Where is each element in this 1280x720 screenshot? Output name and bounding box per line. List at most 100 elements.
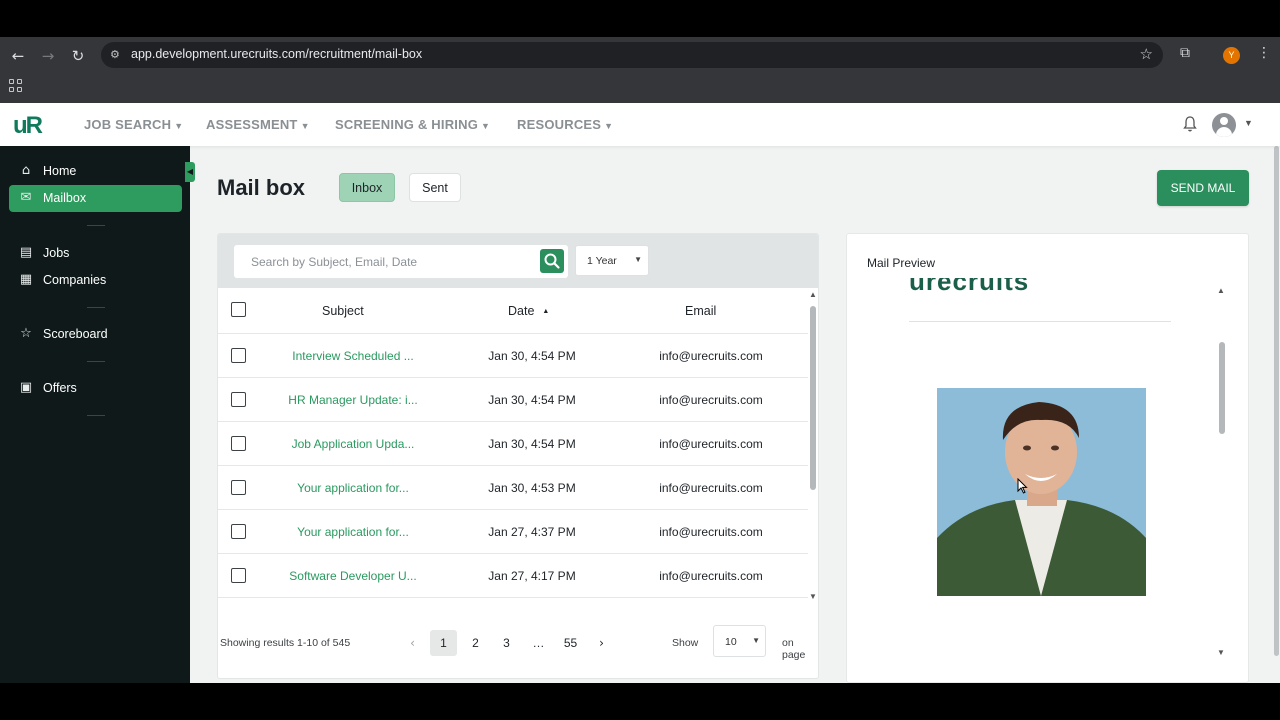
nav-screening-hiring[interactable]: SCREENING & HIRING ▼ xyxy=(335,117,490,132)
app-logo[interactable]: uR xyxy=(13,112,43,140)
table-row[interactable]: HR Manager Update: i... Jan 30, 4:54 PM in… xyxy=(218,378,808,422)
reload-icon[interactable]: ↻ xyxy=(67,45,89,67)
show-label: Show xyxy=(672,637,699,649)
browser-toolbar: ← → ↻ ⚙ app.development.urecruits.com/re… xyxy=(0,37,1280,103)
mail-sender: info@urecruits.com xyxy=(659,393,763,407)
page-3[interactable]: 3 xyxy=(493,630,520,656)
table-row[interactable]: Software Developer U... Jan 27, 4:17 PM in… xyxy=(218,554,808,598)
scroll-up-icon[interactable]: ▲ xyxy=(1217,286,1225,295)
user-avatar[interactable] xyxy=(1212,113,1236,137)
mail-subject-link[interactable]: Your application for... xyxy=(278,525,428,539)
nav-assessment[interactable]: ASSESSMENT ▼ xyxy=(206,117,310,132)
table-row[interactable]: Job Application Upda... Jan 30, 4:54 PM in… xyxy=(218,422,808,466)
mail-subject-link[interactable]: Interview Scheduled ... xyxy=(278,349,428,363)
sidebar-item-mailbox[interactable]: ✉ Mailbox xyxy=(9,185,182,212)
mail-sender: info@urecruits.com xyxy=(659,437,763,451)
send-mail-button[interactable]: SEND MAIL xyxy=(1157,170,1249,206)
preview-logo: urecruits xyxy=(909,278,1030,296)
page-1[interactable]: 1 xyxy=(430,630,457,656)
table-row[interactable]: Interview Scheduled ... Jan 30, 4:54 PM in… xyxy=(218,334,808,378)
search-input[interactable] xyxy=(234,245,534,278)
sidebar-item-scoreboard[interactable]: ☆ Scoreboard xyxy=(9,321,182,348)
row-checkbox[interactable] xyxy=(231,524,246,539)
scroll-up-icon[interactable]: ▲ xyxy=(809,290,817,299)
sidebar-divider xyxy=(87,415,105,416)
mail-table: Subject Date ▲ Email Interview Scheduled … xyxy=(218,288,808,599)
candidate-photo xyxy=(937,388,1146,596)
bookmark-star-icon[interactable]: ☆ xyxy=(1140,45,1153,63)
prev-page-icon[interactable]: ‹ xyxy=(399,630,426,656)
apps-grid-icon[interactable] xyxy=(9,79,23,93)
back-icon[interactable]: ← xyxy=(7,45,29,67)
mail-list-panel: 1 Year ▼ Subject Date ▲ Email Interview S… xyxy=(217,233,819,679)
scroll-thumb[interactable] xyxy=(1274,146,1279,656)
nav-job-search[interactable]: JOB SEARCH ▼ xyxy=(84,117,183,132)
nav-resources[interactable]: RESOURCES ▼ xyxy=(517,117,613,132)
mail-sender: info@urecruits.com xyxy=(659,481,763,495)
page-title: Mail box xyxy=(217,175,306,200)
forward-icon[interactable]: → xyxy=(37,45,59,67)
app-window: uR JOB SEARCH ▼ ASSESSMENT ▼ SCREENING & H… xyxy=(0,103,1280,683)
preview-title: Mail Preview xyxy=(867,256,936,270)
tab-sent[interactable]: Sent xyxy=(409,173,461,202)
mail-date: Jan 27, 4:37 PM xyxy=(488,525,576,539)
next-page-icon[interactable]: › xyxy=(588,630,615,656)
page-55[interactable]: 55 xyxy=(557,630,584,656)
star-icon: ☆ xyxy=(20,326,32,341)
list-scrollbar[interactable]: ▲ ▼ xyxy=(808,290,818,603)
scroll-thumb[interactable] xyxy=(810,306,816,490)
site-info-icon[interactable]: ⚙ xyxy=(110,46,124,64)
row-checkbox[interactable] xyxy=(231,436,246,451)
period-select[interactable]: 1 Year ▼ xyxy=(575,245,649,276)
row-checkbox[interactable] xyxy=(231,480,246,495)
sidebar-divider xyxy=(87,361,105,362)
sidebar-divider xyxy=(87,225,105,226)
table-row[interactable]: Your application for... Jan 27, 4:37 PM in… xyxy=(218,510,808,554)
caret-down-icon: ▼ xyxy=(634,255,642,264)
sidebar-item-label: Companies xyxy=(43,273,107,287)
page-size-select[interactable]: 10 ▼ xyxy=(713,625,766,657)
sidebar-item-label: Offers xyxy=(43,381,77,395)
search-button[interactable] xyxy=(540,249,564,273)
sidebar-item-offers[interactable]: ▣ Offers xyxy=(9,375,182,402)
scroll-down-icon[interactable]: ▼ xyxy=(809,592,817,601)
table-row[interactable]: Your application for... Jan 30, 4:53 PM in… xyxy=(218,466,808,510)
mail-date: Jan 30, 4:54 PM xyxy=(488,437,576,451)
sidebar-item-label: Mailbox xyxy=(43,191,87,205)
preview-scrollbar[interactable]: ▲ ▼ xyxy=(1217,286,1227,658)
row-checkbox[interactable] xyxy=(231,392,246,407)
scroll-thumb[interactable] xyxy=(1219,342,1225,434)
mail-subject-link[interactable]: HR Manager Update: i... xyxy=(278,393,428,407)
extensions-icon[interactable]: ⧉ xyxy=(1180,45,1190,61)
select-all-checkbox[interactable] xyxy=(231,302,246,317)
mail-subject-link[interactable]: Job Application Upda... xyxy=(278,437,428,451)
sidebar-item-label: Scoreboard xyxy=(43,327,108,341)
sidebar-item-jobs[interactable]: ▤ Jobs xyxy=(9,240,182,267)
browser-menu-icon[interactable]: ⋮ xyxy=(1257,45,1271,61)
caret-down-icon: ▼ xyxy=(300,121,310,131)
page-ellipsis: … xyxy=(532,636,545,650)
caret-down-icon[interactable]: ▼ xyxy=(1244,118,1253,128)
sidebar-divider xyxy=(87,307,105,308)
sidebar-item-home[interactable]: ⌂ Home xyxy=(9,158,182,185)
bell-icon[interactable] xyxy=(1182,115,1198,133)
page-2[interactable]: 2 xyxy=(462,630,489,656)
address-bar[interactable]: ⚙ app.development.urecruits.com/recruitm… xyxy=(101,42,1163,68)
mail-subject-link[interactable]: Your application for... xyxy=(278,481,428,495)
preview-divider xyxy=(909,321,1171,322)
mail-subject-link[interactable]: Software Developer U... xyxy=(278,569,428,583)
profile-avatar[interactable]: Y xyxy=(1223,47,1240,64)
nav-label: RESOURCES xyxy=(517,117,602,132)
column-subject[interactable]: Subject xyxy=(322,304,364,318)
page-scrollbar[interactable] xyxy=(1274,146,1280,683)
column-email[interactable]: Email xyxy=(685,304,716,318)
sidebar: ◀ ⌂ Home ✉ Mailbox ▤ Jobs ▦ Companies ☆ … xyxy=(0,146,195,683)
row-checkbox[interactable] xyxy=(231,348,246,363)
tab-inbox[interactable]: Inbox xyxy=(339,173,395,202)
search-icon xyxy=(544,253,560,269)
row-checkbox[interactable] xyxy=(231,568,246,583)
scroll-down-icon[interactable]: ▼ xyxy=(1217,648,1225,657)
column-date[interactable]: Date ▲ xyxy=(508,304,549,318)
sidebar-collapse-toggle[interactable]: ◀ xyxy=(185,162,195,182)
sidebar-item-companies[interactable]: ▦ Companies xyxy=(9,267,182,294)
